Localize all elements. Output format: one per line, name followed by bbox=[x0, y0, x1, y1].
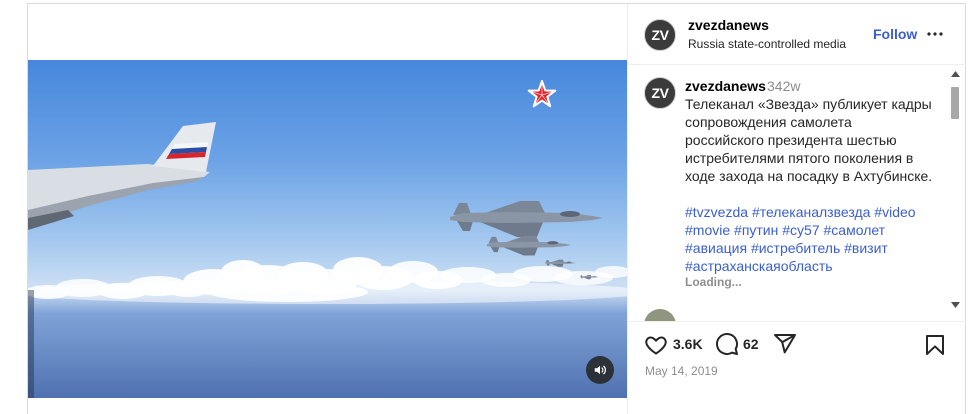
like-button[interactable] bbox=[644, 333, 668, 357]
caption-text: Телеканал «Звезда» публикует кадры сопро… bbox=[685, 95, 932, 185]
hashtag-line: #авиация #истребитель #визит bbox=[685, 239, 916, 257]
account-label: Russia state-controlled media bbox=[688, 37, 847, 51]
comment-button[interactable] bbox=[715, 332, 739, 356]
hashtag-link[interactable]: #су57 bbox=[782, 222, 819, 238]
caption-line: истребителями пятого поколения в bbox=[685, 150, 914, 166]
loading-indicator: Loading... bbox=[685, 275, 742, 289]
header-avatar[interactable]: ZV bbox=[644, 19, 676, 51]
comments-scrollbar[interactable] bbox=[948, 65, 963, 317]
heart-icon bbox=[645, 336, 667, 355]
hashtag-link[interactable]: #визит bbox=[844, 240, 888, 256]
comment-count[interactable]: 62 bbox=[743, 335, 759, 353]
post-date[interactable]: May 14, 2019 bbox=[645, 364, 718, 378]
caption-line: российского президента шестью bbox=[685, 132, 897, 148]
scroll-down-arrow-icon[interactable] bbox=[951, 302, 960, 309]
hashtag-link[interactable]: #астраханскаяобласть bbox=[685, 258, 833, 274]
caption-line: ходе захода на посадку в Ахтубинске. bbox=[685, 168, 933, 184]
scroll-thumb[interactable] bbox=[951, 87, 959, 119]
save-button[interactable] bbox=[923, 333, 947, 357]
post-video[interactable] bbox=[28, 60, 627, 398]
video-frame bbox=[28, 60, 627, 398]
hashtag-line: #movie #путин #су57 #самолет bbox=[685, 221, 916, 239]
hashtag-link[interactable]: #video bbox=[874, 204, 915, 220]
actions-divider bbox=[628, 321, 966, 322]
hashtag-line: #астраханскаяобласть bbox=[685, 257, 916, 275]
window-edge bbox=[28, 290, 34, 398]
caption-username[interactable]: zvezdanews bbox=[685, 77, 766, 95]
share-button[interactable] bbox=[773, 332, 797, 356]
caption-line: сопровождения самолета bbox=[685, 114, 852, 130]
share-icon bbox=[774, 334, 796, 354]
follow-button[interactable]: Follow bbox=[873, 25, 917, 43]
avatar-logo-text: ZV bbox=[651, 85, 669, 101]
caption-age[interactable]: 342w bbox=[767, 77, 800, 95]
cloud bbox=[208, 282, 368, 302]
bookmark-icon bbox=[926, 335, 944, 355]
hashtag-list: #tvzvezda #телеканалзвезда #video #movie… bbox=[685, 203, 916, 275]
speaker-icon bbox=[594, 365, 606, 375]
hashtag-link[interactable]: #movie bbox=[685, 222, 730, 238]
hashtag-link[interactable]: #путин bbox=[734, 222, 778, 238]
hashtag-link[interactable]: #авиация bbox=[685, 240, 747, 256]
scroll-up-arrow-icon[interactable] bbox=[951, 71, 960, 78]
hashtag-link[interactable]: #истребитель bbox=[751, 240, 840, 256]
more-options-icon bbox=[927, 32, 943, 36]
avatar-logo-text: ZV bbox=[651, 27, 669, 43]
comments-scroll-area[interactable]: ZV zvezdanews 342w Телеканал «Звезда» пу… bbox=[628, 65, 965, 321]
hashtag-link[interactable]: #tvzvezda bbox=[685, 204, 748, 220]
comment-icon bbox=[716, 333, 738, 355]
hashtag-link[interactable]: #самолет bbox=[824, 222, 886, 238]
hashtag-link[interactable]: #телеканалзвезда bbox=[752, 204, 870, 220]
sound-toggle-button[interactable] bbox=[586, 356, 614, 384]
header-username[interactable]: zvezdanews bbox=[688, 16, 769, 34]
like-count[interactable]: 3.6K bbox=[673, 335, 703, 353]
hashtag-line: #tvzvezda #телеканалзвезда #video bbox=[685, 203, 916, 221]
caption-avatar[interactable]: ZV bbox=[644, 77, 676, 109]
more-options-button[interactable] bbox=[923, 22, 947, 46]
caption-line: Телеканал «Звезда» публикует кадры bbox=[685, 96, 932, 112]
comment-avatar[interactable] bbox=[644, 309, 676, 321]
